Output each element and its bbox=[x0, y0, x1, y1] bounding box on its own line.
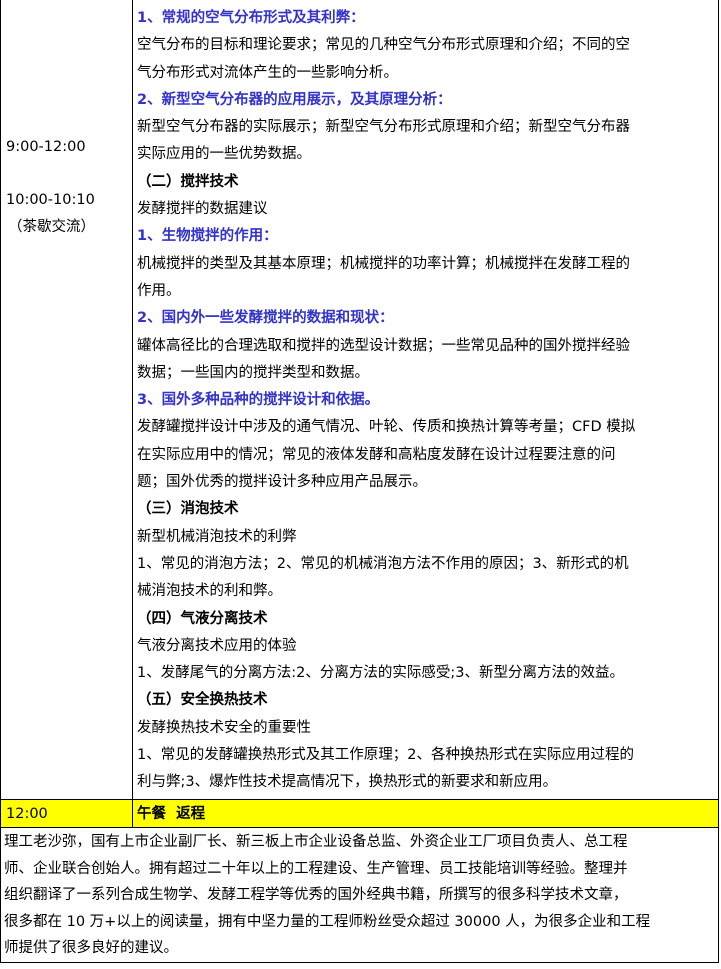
lunch-row-highlight bbox=[1, 800, 718, 828]
content-line: 数据；一些国内的搅拌类型和数据。 bbox=[137, 364, 369, 381]
content-heading: 2、国内外一些发酵搅拌的数据和现状： bbox=[137, 310, 394, 327]
content-line: 实际应用的一些优势数据。 bbox=[137, 146, 311, 163]
content-line: 发酵换热技术安全的重要性 bbox=[137, 719, 311, 736]
row-divider-lunch-bottom bbox=[0, 827, 719, 828]
schedule-document: 9:00-12:00 10:00-10:10 （茶歇交流） 1、常规的空气分布形… bbox=[0, 0, 721, 969]
content-line: 罐体高径比的合理选取和搅拌的选型设计数据；一些常见品种的国外搅拌经验 bbox=[137, 337, 630, 354]
content-line: 发酵搅拌的数据建议 bbox=[137, 201, 268, 218]
content-heading: （四）气液分离技术 bbox=[137, 610, 268, 627]
content-line: 械消泡技术的利和弊。 bbox=[137, 583, 282, 600]
content-heading: 1、生物搅拌的作用： bbox=[137, 228, 278, 245]
content-line: 新型机械消泡技术的利弊 bbox=[137, 528, 297, 545]
content-heading: （三）消泡技术 bbox=[137, 501, 239, 518]
content-line: 机械搅拌的类型及其基本原理；机械搅拌的功率计算；机械搅拌在发酵工程的 bbox=[137, 255, 630, 272]
lunch-time: 12:00 bbox=[6, 806, 48, 822]
content-line: 利与弊;3、爆炸性技术提高情况下，换热形式的新要求和新应用。 bbox=[137, 774, 558, 791]
content-line: 发酵罐搅拌设计中涉及的通气情况、叶轮、传质和换热计算等考量；CFD 模拟 bbox=[137, 419, 636, 436]
table-border-bottom bbox=[0, 962, 719, 963]
content-line: 在实际应用中的情况；常见的液体发酵和高粘度发酵在设计过程要注意的问 bbox=[137, 446, 616, 463]
bio-line: 师、企业联合创始人。拥有超过二十年以上的工程建设、生产管理、员工技能培训等经验。… bbox=[4, 860, 628, 877]
time-break: 10:00-10:10 bbox=[6, 192, 95, 208]
table-border-right bbox=[718, 0, 719, 963]
bio-line: 师提供了很多良好的建议。 bbox=[4, 940, 178, 957]
content-heading: 1、常规的空气分布形式及其利弊： bbox=[137, 10, 365, 26]
lunch-label: 午餐 返程 bbox=[137, 806, 206, 822]
content-line: 气液分离技术应用的体验 bbox=[137, 637, 297, 654]
bio-line: 很多都在 10 万+以上的阅读量，拥有中坚力量的工程师粉丝受众超过 30000 … bbox=[4, 913, 651, 930]
content-heading: 2、新型空气分布器的应用展示，及其原理分析： bbox=[137, 91, 452, 108]
bio-line: 组织翻译了一系列合成生物学、发酵工程学等优秀的国外经典书籍，所撰写的很多科学技术… bbox=[4, 887, 628, 904]
content-line: 作用。 bbox=[137, 282, 181, 299]
content-line: 气分布形式对流体产生的一些影响分析。 bbox=[137, 64, 398, 81]
content-line: 1、发酵尾气的分离方法:2、分离方法的实际感受;3、新型分离方法的效益。 bbox=[137, 665, 624, 682]
break-label: （茶歇交流） bbox=[8, 219, 95, 235]
speaker-bio: 理工老沙弥，国有上市企业副厂长、新三板上市企业设备总监、外资企业工厂项目负责人、… bbox=[4, 829, 716, 962]
column-divider bbox=[132, 0, 133, 828]
content-heading: 3、国外多种品种的搅拌设计和依据。 bbox=[137, 392, 380, 409]
content-line: 1、常见的消泡方法；2、常见的机械消泡方法不作用的原因；3、新形式的机 bbox=[137, 555, 629, 572]
bio-line: 理工老沙弥，国有上市企业副厂长、新三板上市企业设备总监、外资企业工厂项目负责人、… bbox=[4, 834, 628, 850]
content-heading: （二）搅拌技术 bbox=[137, 173, 239, 190]
table-border-left bbox=[0, 0, 1, 963]
content-heading: （五）安全换热技术 bbox=[137, 692, 268, 709]
content-line: 新型空气分布器的实际展示；新型空气分布形式原理和介绍；新型空气分布器 bbox=[137, 119, 630, 136]
time-main: 9:00-12:00 bbox=[6, 139, 86, 155]
row-divider-lunch-top bbox=[0, 799, 719, 800]
session-content: 1、常规的空气分布形式及其利弊： 空气分布的目标和理论要求；常见的几种空气分布形式… bbox=[137, 5, 717, 797]
content-line: 题；国外优秀的搅拌设计多种应用产品展示。 bbox=[137, 474, 427, 491]
content-line: 1、常见的发酵罐换热形式及其工作原理；2、各种换热形式在实际应用过程的 bbox=[137, 747, 634, 764]
content-line: 空气分布的目标和理论要求；常见的几种空气分布形式原理和介绍；不同的空 bbox=[137, 37, 630, 54]
